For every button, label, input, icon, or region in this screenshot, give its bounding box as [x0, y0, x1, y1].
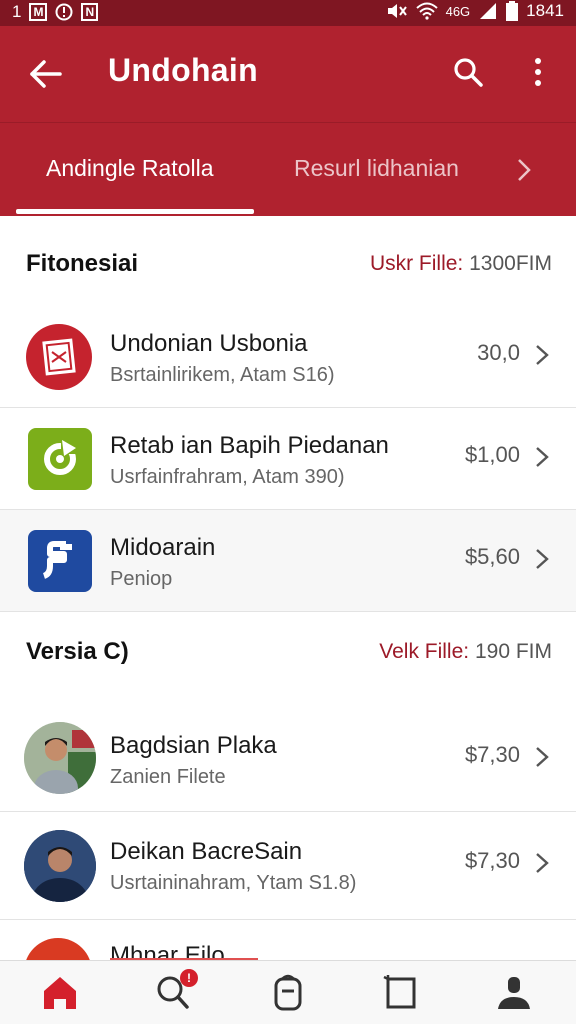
item-name: Undonian Usbonia [110, 330, 308, 357]
network-label: 46G [445, 3, 471, 19]
bottom-navigation: ! [0, 960, 576, 1024]
red-box-app-icon [26, 324, 92, 390]
chevron-right-icon [536, 549, 549, 569]
section-meta-label: Velk Fille: [379, 640, 470, 663]
chevron-right-icon[interactable] [514, 157, 534, 183]
person-avatar [24, 722, 96, 794]
section-header: Versia C) Velk Fille: 190 FIM [0, 612, 576, 708]
list-item[interactable]: Midoarain Peniop $5,60 [0, 510, 576, 612]
section-title: Fitonesiai [26, 250, 139, 277]
tab-second[interactable]: Resurl lidhanian [294, 155, 459, 182]
wifi-icon [415, 2, 438, 20]
section-meta-label: Uskr Fille: [369, 252, 464, 275]
notification-n-icon: N [81, 3, 99, 21]
item-subtitle: Bsrtainlirikem, Atam S16) [110, 364, 335, 386]
section-meta-value: 1300FIM [469, 252, 552, 275]
notification-m-icon: M [29, 3, 48, 21]
chevron-right-icon [536, 853, 549, 873]
tab-first[interactable]: Andingle Ratolla [46, 155, 214, 182]
item-subtitle: Usrtaininahram, Ytam S1.8) [110, 872, 357, 894]
item-name: Deikan BacreSain [110, 838, 303, 865]
section-meta: Velk Fille: 190 FIM [379, 640, 552, 664]
item-price: $5,60 [464, 544, 520, 569]
tab-indicator [16, 209, 254, 214]
app-bar: Undohain [0, 26, 576, 122]
notification-badge: ! [180, 969, 198, 987]
list-item[interactable]: Retab ian Bapih Piedanan Usrfainfrahram,… [0, 408, 576, 510]
profile-icon[interactable] [494, 971, 534, 1013]
item-name: Bagdsian Plaka [110, 732, 277, 759]
item-price: $7,30 [464, 848, 520, 873]
chevron-right-icon [536, 345, 549, 365]
signal-icon [480, 3, 497, 19]
battery-icon [506, 1, 519, 21]
status-bar: 1 M N 46G 1841 [0, 0, 576, 26]
tab-bar: Andingle Ratolla Resurl lidhanian [0, 122, 576, 216]
bag-icon[interactable] [268, 971, 308, 1013]
mute-icon [387, 4, 407, 18]
section-title: Versia C) [26, 638, 129, 665]
item-name: Midoarain [110, 534, 216, 561]
search-icon[interactable] [452, 56, 484, 88]
item-subtitle: Peniop [110, 568, 173, 590]
chevron-right-icon [536, 447, 549, 467]
section-meta: Uskr Fille: 1300FIM [370, 252, 552, 276]
green-refresh-app-icon [28, 428, 92, 490]
info-circle-icon [55, 3, 73, 21]
item-subtitle: Usrfainfrahram, Atam 390) [110, 466, 345, 488]
person-avatar [24, 830, 96, 902]
chevron-right-icon [536, 747, 549, 767]
list-item[interactable]: Undonian Usbonia Bsrtainlirikem, Atam S1… [0, 306, 576, 408]
page-title: Undohain [108, 52, 258, 88]
section-header: Fitonesiai Uskr Fille: 1300FIM [0, 216, 576, 296]
list-item[interactable]: Deikan BacreSain Usrtaininahram, Ytam S1… [0, 814, 576, 920]
home-icon[interactable] [40, 971, 80, 1013]
status-time: 1841 [526, 1, 564, 20]
arrow-left-icon[interactable] [28, 56, 64, 92]
item-price: 30,0 [477, 340, 520, 365]
section-meta-value: 190 FIM [474, 640, 552, 663]
item-price: $1,00 [464, 442, 520, 467]
item-price: $7,30 [464, 742, 520, 767]
status-number: 1 [12, 2, 22, 21]
more-vert-icon[interactable] [526, 56, 550, 88]
crop-square-icon[interactable] [380, 971, 420, 1013]
blue-f-app-icon [28, 530, 92, 592]
item-subtitle: Zanien Filete [110, 766, 226, 788]
item-name: Retab ian Bapih Piedanan [110, 432, 389, 459]
list-item[interactable]: Bagdsian Plaka Zanien Filete $7,30 [0, 708, 576, 812]
